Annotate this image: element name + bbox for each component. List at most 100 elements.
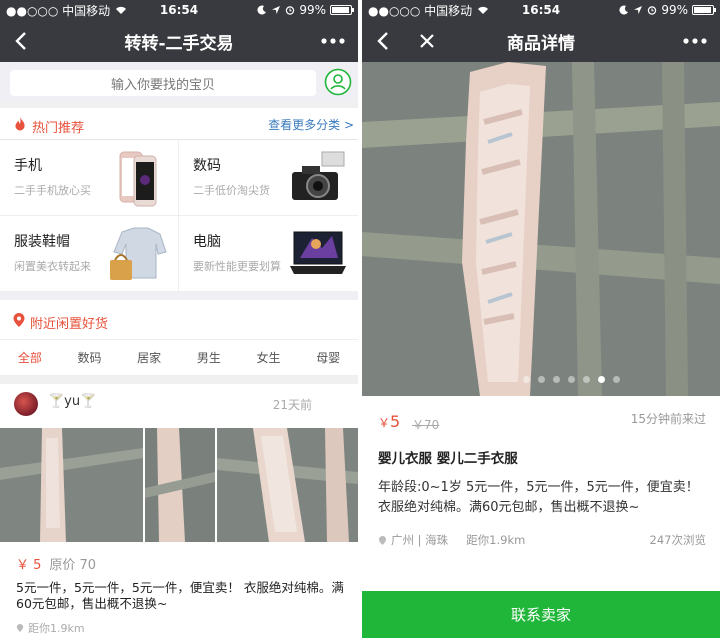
carrier-label: ●●○○○ 中国移动 (368, 3, 473, 18)
category-clothing[interactable]: 服装鞋帽 闲置美衣转起来 (0, 216, 179, 292)
price: ￥ 5 (16, 558, 42, 573)
close-icon (420, 34, 434, 48)
more-button[interactable] (316, 24, 350, 58)
back-button[interactable] (368, 24, 398, 58)
carousel-dot[interactable] (537, 376, 545, 383)
seller-name: 🍸yu🍸 (48, 394, 97, 409)
view-count: 247次浏览 (649, 533, 706, 547)
battery-icon (692, 5, 716, 15)
moon-icon (619, 5, 629, 15)
location-row: 广州 | 海珠 距你1.9km (378, 532, 525, 548)
nearby-title: 附近闲置好货 (30, 317, 109, 332)
detail-screen: ●●○○○ 中国移动 16:54 99% 商品详情 ￥5 ￥70 15分钟前来过… (362, 0, 720, 638)
more-dots-icon (321, 38, 345, 44)
category-subtitle: 要新性能更要划算 (193, 260, 281, 273)
chevron-left-icon (377, 32, 388, 50)
product-description: 年龄段:0~1岁 5元一件，5元一件，5元一件，便宜卖！衣服绝对纯棉。满60元包… (378, 480, 699, 515)
distance: 距你1.9km (28, 622, 85, 635)
chevron-left-icon (15, 32, 26, 50)
battery-percent: 99% (299, 3, 326, 17)
clock: 16:54 (521, 3, 561, 17)
alarm-icon (648, 6, 657, 15)
fire-icon (15, 117, 25, 131)
filter-tabs: 全部 数码 居家 男生 女生 母婴 (0, 340, 358, 376)
hot-recommend-header: 热门推荐 查看更多分类 > (0, 108, 358, 140)
close-button[interactable] (412, 24, 442, 58)
tab-digital[interactable]: 数码 (60, 340, 120, 375)
carousel-dot[interactable] (582, 376, 590, 383)
category-digital[interactable]: 数码 二手低价淘尖货 (179, 140, 358, 216)
location-arrow-icon (272, 6, 281, 14)
currency-symbol: ￥ (378, 416, 391, 430)
moon-icon (257, 5, 267, 15)
listing-description: 5元一件，5元一件，5元一件，便宜卖！ 衣服绝对纯棉。满60元包邮，售出概不退换… (16, 580, 344, 611)
more-button[interactable] (678, 24, 712, 58)
page-title: 商品详情 (507, 33, 575, 54)
status-bar: ●●○○○ 中国移动 16:54 99% (362, 0, 720, 20)
location-arrow-icon (634, 6, 643, 14)
contact-seller-button[interactable]: 联系卖家 (362, 591, 720, 638)
category-phone[interactable]: 手机 二手手机放心买 (0, 140, 179, 216)
posted-time: 21天前 (272, 398, 312, 412)
home-screen: ●●○○○ 中国移动 16:54 99% 转转-二手交易 输入你要找的宝贝 热门… (0, 0, 358, 638)
back-button[interactable] (6, 24, 36, 58)
category-subtitle: 二手手机放心买 (14, 184, 91, 197)
distance-row: 距你1.9km (16, 620, 85, 636)
contact-seller-label: 联系卖家 (510, 606, 571, 624)
search-input[interactable]: 输入你要找的宝贝 (10, 70, 316, 96)
carousel-dots (362, 376, 720, 383)
camera-image (292, 151, 345, 200)
category-name: 电脑 (193, 234, 221, 250)
carousel-dot[interactable] (612, 376, 620, 383)
battery-percent: 99% (661, 3, 688, 17)
location-pin-icon (16, 624, 24, 632)
wifi-icon (116, 6, 127, 14)
listing-card[interactable]: 🍸yu🍸 21天前 ￥ 5 原价 70 5元一件，5元一件，5元一件，便宜卖！ … (0, 384, 358, 638)
category-name: 服装鞋帽 (14, 234, 70, 250)
original-price: 原价 70 (49, 558, 97, 573)
product-image-carousel[interactable] (362, 62, 720, 396)
product-title: 婴儿衣服 婴儿二手衣服 (378, 451, 518, 467)
status-bar: ●●○○○ 中国移动 16:54 99% (0, 0, 358, 20)
category-subtitle: 二手低价淘尖货 (193, 184, 270, 197)
phone-image (119, 151, 157, 207)
category-grid: 手机 二手手机放心买 数码 二手低价淘尖货 服装鞋帽 闲置美衣转起来 电脑 要新… (0, 140, 358, 292)
detail-original-price: ￥70 (412, 418, 440, 432)
page-title: 转转-二手交易 (124, 33, 234, 54)
laptop-image (290, 231, 346, 274)
carousel-dot[interactable] (522, 376, 530, 383)
nearby-header: 附近闲置好货 (0, 300, 358, 340)
category-name: 手机 (14, 158, 42, 174)
product-photo (217, 428, 358, 542)
price-value: 5 (390, 412, 401, 431)
tab-baby[interactable]: 母婴 (298, 340, 358, 375)
category-computer[interactable]: 电脑 要新性能更要划算 (179, 216, 358, 292)
price-row: ￥ 5 原价 70 (16, 554, 96, 573)
tab-home[interactable]: 居家 (119, 340, 179, 375)
user-profile-icon[interactable] (324, 68, 352, 96)
detail-price: ￥5 (378, 412, 400, 431)
photo-strip[interactable] (0, 428, 358, 542)
product-photo (0, 428, 143, 542)
location-pin-icon (378, 535, 387, 545)
tab-women[interactable]: 女生 (239, 340, 299, 375)
carousel-dot-active[interactable] (597, 376, 605, 383)
avatar[interactable] (14, 392, 38, 416)
location: 广州 | 海珠 (391, 533, 449, 547)
search-bar: 输入你要找的宝贝 (0, 62, 358, 102)
carousel-dot[interactable] (567, 376, 575, 383)
distance: 距你1.9km (466, 533, 526, 547)
more-categories-link[interactable]: 查看更多分类 > (268, 116, 354, 133)
alarm-icon (286, 6, 295, 15)
hot-recommend-title: 热门推荐 (32, 121, 85, 136)
tab-all[interactable]: 全部 (0, 340, 60, 375)
visited-time: 15分钟前来过 (630, 412, 706, 426)
tab-men[interactable]: 男生 (179, 340, 239, 375)
more-dots-icon (683, 38, 707, 44)
search-placeholder: 输入你要找的宝贝 (110, 77, 215, 93)
category-name: 数码 (193, 158, 221, 174)
battery-icon (330, 5, 354, 15)
carousel-dot[interactable] (552, 376, 560, 383)
nav-bar: 转转-二手交易 (0, 20, 358, 62)
clock: 16:54 (159, 3, 199, 17)
